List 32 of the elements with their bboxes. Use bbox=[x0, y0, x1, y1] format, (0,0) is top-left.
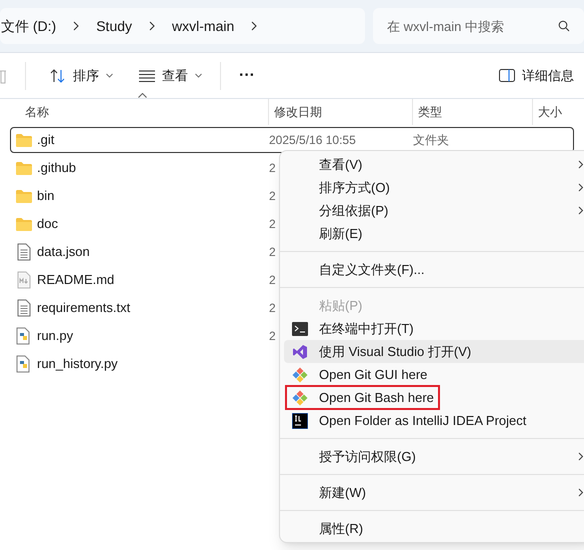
file-name: README.md bbox=[36, 271, 116, 290]
menu-label: 分组依据(P) bbox=[318, 202, 390, 220]
modified-date: 2 bbox=[269, 272, 276, 289]
file-name: run_history.py bbox=[36, 355, 119, 374]
file-name: doc bbox=[36, 215, 59, 234]
file-name: requirements.txt bbox=[36, 299, 132, 318]
modified-date: 2 bbox=[269, 188, 276, 205]
menu-label: 查看(V) bbox=[318, 156, 364, 174]
file-name: run.py bbox=[36, 327, 74, 346]
menu-label: 自定义文件夹(F)... bbox=[318, 260, 426, 279]
file-name: .github bbox=[36, 159, 78, 178]
menu-label: Open Git Bash here bbox=[287, 386, 438, 408]
modified-date: 2 bbox=[269, 300, 276, 317]
modified-date: 2 bbox=[269, 216, 276, 233]
menu-label: Open Git GUI here bbox=[318, 366, 428, 384]
modified-date: 2025/5/16 10:55 bbox=[269, 132, 356, 149]
file-name: data.json bbox=[36, 243, 91, 262]
modified-date: 2 bbox=[269, 160, 276, 177]
file-type: 文件夹 bbox=[413, 132, 449, 149]
menu-label: 排序方式(O) bbox=[318, 178, 391, 197]
menu-label: Open Folder as IntelliJ IDEA Project bbox=[318, 412, 528, 430]
modified-date: 2 bbox=[269, 244, 276, 261]
file-name: bin bbox=[36, 187, 56, 206]
file-name: .git bbox=[36, 131, 56, 150]
menu-label: 刷新(E) bbox=[318, 224, 364, 243]
menu-label: 属性(R) bbox=[318, 520, 364, 538]
menu-label: 使用 Visual Studio 打开(V) bbox=[318, 342, 472, 361]
modified-date: 2 bbox=[269, 328, 276, 345]
menu-label: 粘贴(P) bbox=[318, 296, 364, 315]
menu-label: 授予访问权限(G) bbox=[318, 448, 417, 466]
menu-label: 在终端中打开(T) bbox=[318, 320, 415, 338]
menu-label: 新建(W) bbox=[318, 484, 367, 502]
